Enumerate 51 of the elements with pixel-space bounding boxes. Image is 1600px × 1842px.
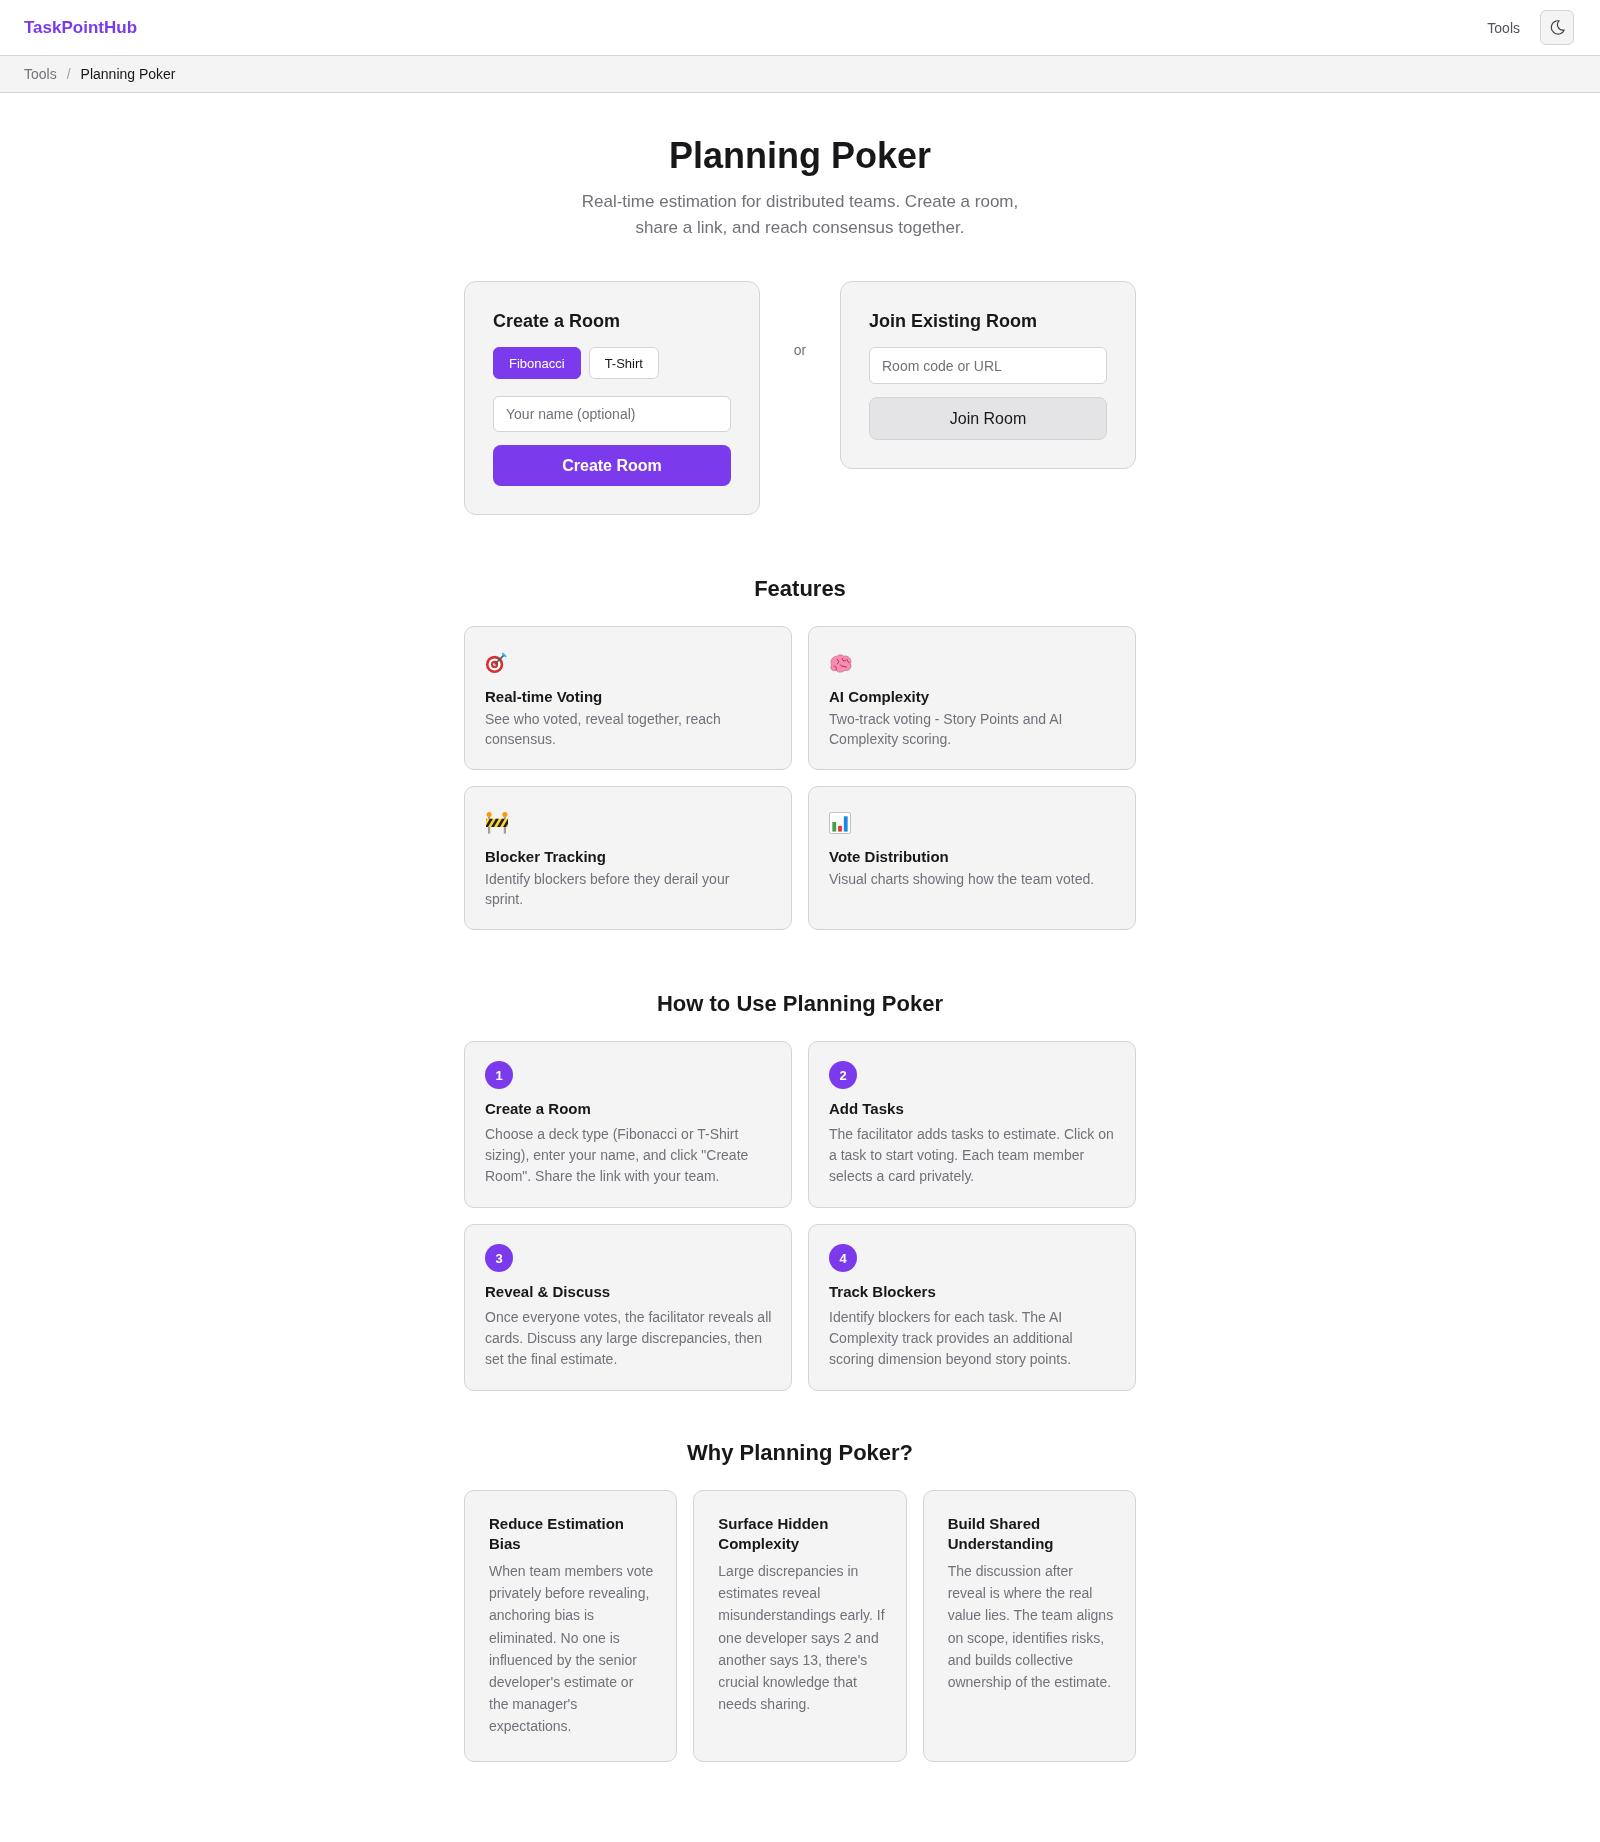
reason-title: Surface Hidden Complexity bbox=[718, 1514, 830, 1553]
name-input[interactable]: Your name (optional) bbox=[493, 396, 731, 432]
step-description: Choose a deck type (Fibonacci or T-Shirt sizing), enter your name, and click "Create Room". Share the link with your team. bbox=[485, 1125, 750, 1186]
step-description: Identify blockers for each task. The AI Complexity track provides an additional scoring dimension beyond story points. bbox=[829, 1308, 1074, 1369]
breadcrumb-link[interactable]: Tools bbox=[24, 66, 57, 82]
tools-link[interactable]: Tools bbox=[1487, 19, 1520, 36]
reason-description: When team members vote privately before revealing, anchoring bias is eliminated. No one is influenced by the senior developer's estimate or the manager's expectations. bbox=[489, 1562, 655, 1737]
logo-link[interactable]: TaskPointHub bbox=[24, 17, 138, 38]
step-number: 4 bbox=[829, 1244, 857, 1272]
feature-description: Visual charts showing how the team voted. bbox=[829, 870, 1095, 889]
step-number: 1 bbox=[485, 1061, 513, 1089]
brain-icon bbox=[829, 653, 853, 673]
target-icon bbox=[485, 652, 508, 674]
theme-toggle-button[interactable] bbox=[1540, 10, 1574, 45]
breadcrumb-separator: / bbox=[66, 66, 71, 82]
feature-title: Blocker Tracking bbox=[485, 847, 606, 867]
or-label: or bbox=[793, 342, 807, 358]
step-description: Once everyone votes, the facilitator reveals all cards. Discuss any large discrepancies, then set the final estimate. bbox=[485, 1308, 773, 1369]
room-code-input[interactable]: Room code or URL bbox=[869, 347, 1107, 384]
step-description: The facilitator adds tasks to estimate. Click on a task to start voting. Each team member selects a card privately. bbox=[829, 1125, 1115, 1186]
feature-title: Real-time Voting bbox=[485, 687, 603, 707]
feature-title: AI Complexity bbox=[829, 687, 930, 707]
step-title: Reveal & Discuss bbox=[485, 1282, 611, 1302]
card-title: Join Existing Room bbox=[869, 310, 1037, 333]
breadcrumb-current: Planning Poker bbox=[80, 66, 176, 82]
deck-tab[interactable]: Fibonacci bbox=[493, 347, 581, 379]
reason-description: The discussion after reveal is where the real value lies. The team aligns on scope, identifies risks, and builds collective ownership of the estimate. bbox=[947, 1562, 1114, 1692]
step-number: 3 bbox=[485, 1244, 513, 1272]
join-room-button[interactable]: Join Room bbox=[869, 397, 1107, 440]
reason-title: Build Shared Understanding bbox=[947, 1514, 1055, 1553]
feature-title: Vote Distribution bbox=[829, 847, 949, 867]
moon-icon bbox=[1549, 20, 1565, 35]
feature-description: Two-track voting - Story Points and AI Complexity scoring. bbox=[829, 710, 1064, 749]
feature-description: Identify blockers before they derail your sprint. bbox=[485, 870, 731, 909]
step-number: 2 bbox=[829, 1061, 857, 1089]
card-title: Create a Room bbox=[493, 310, 621, 333]
page-title: Planning Poker bbox=[667, 134, 933, 177]
feature-description: See who voted, reveal together, reach consensus. bbox=[485, 710, 722, 749]
section-heading: Why Planning Poker? bbox=[685, 1440, 915, 1466]
create-room-button[interactable]: Create Room bbox=[493, 445, 731, 486]
deck-tab[interactable]: T-Shirt bbox=[588, 347, 659, 379]
barrier-icon bbox=[485, 812, 509, 834]
step-title: Add Tasks bbox=[829, 1099, 904, 1119]
page-subtitle: Real-time estimation for distributed teams. Create a room, share a link, and reach consensus together. bbox=[580, 191, 1020, 239]
reason-description: Large discrepancies in estimates reveal misunderstandings early. If one developer says 2 and another says 13, there's crucial knowledge that needs sharing. bbox=[718, 1562, 885, 1715]
section-heading: How to Use Planning Poker bbox=[655, 991, 944, 1017]
bar-chart-icon bbox=[829, 812, 851, 834]
step-title: Track Blockers bbox=[829, 1282, 936, 1302]
section-heading: Features bbox=[753, 576, 847, 602]
reason-title: Reduce Estimation Bias bbox=[489, 1514, 626, 1553]
step-title: Create a Room bbox=[485, 1099, 591, 1119]
